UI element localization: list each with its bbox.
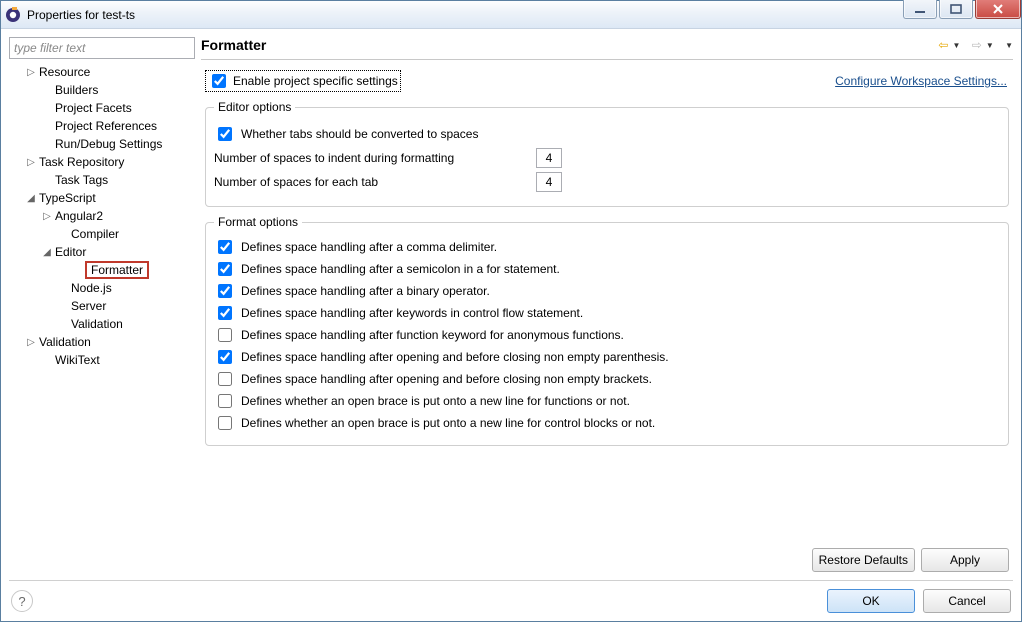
- enable-project-settings[interactable]: Enable project specific settings: [205, 70, 401, 92]
- tree-item-compiler[interactable]: Compiler: [9, 225, 195, 243]
- tree-item-builders[interactable]: Builders: [9, 81, 195, 99]
- indent-input[interactable]: [536, 148, 562, 168]
- convert-tabs-checkbox[interactable]: [218, 127, 232, 141]
- tab-size-label: Number of spaces for each tab: [214, 175, 524, 189]
- footer: ? OK Cancel: [1, 581, 1021, 621]
- tab-size-input[interactable]: [536, 172, 562, 192]
- enable-checkbox[interactable]: [212, 74, 226, 88]
- indent-label: Number of spaces to indent during format…: [214, 151, 524, 165]
- nav-tree[interactable]: ▷Resource Builders Project Facets Projec…: [9, 63, 195, 576]
- tree-item-task-repository[interactable]: ▷Task Repository: [9, 153, 195, 171]
- cancel-button[interactable]: Cancel: [923, 589, 1011, 613]
- tree-item-run-debug[interactable]: Run/Debug Settings: [9, 135, 195, 153]
- tree-item-nodejs[interactable]: Node.js: [9, 279, 195, 297]
- format-opt-label: Defines space handling after a comma del…: [241, 240, 497, 254]
- format-opt-brace-fn[interactable]: [218, 394, 232, 408]
- tree-item-validation[interactable]: ▷Validation: [9, 333, 195, 351]
- main-panel: Formatter ⇦ ▼ ⇨ ▼ ▼ Enable project specifi…: [201, 37, 1013, 576]
- editor-options-legend: Editor options: [214, 100, 295, 114]
- tree-item-wikitext[interactable]: WikiText: [9, 351, 195, 369]
- tree-item-editor[interactable]: ◢Editor: [9, 243, 195, 261]
- tree-item-validation-ts[interactable]: Validation: [9, 315, 195, 333]
- tree-item-angular2[interactable]: ▷Angular2: [9, 207, 195, 225]
- chevron-right-icon: ▷: [41, 211, 53, 222]
- tree-item-project-references[interactable]: Project References: [9, 117, 195, 135]
- maximize-button[interactable]: [939, 0, 973, 19]
- format-opt-label: Defines space handling after keywords in…: [241, 306, 583, 320]
- format-opt-label: Defines space handling after a binary op…: [241, 284, 490, 298]
- convert-tabs-label: Whether tabs should be converted to spac…: [241, 127, 478, 141]
- restore-defaults-button[interactable]: Restore Defaults: [812, 548, 915, 572]
- format-opt-keywords[interactable]: [218, 306, 232, 320]
- chevron-right-icon: ▷: [25, 67, 37, 78]
- format-opt-function-kw[interactable]: [218, 328, 232, 342]
- tree-item-project-facets[interactable]: Project Facets: [9, 99, 195, 117]
- close-button[interactable]: [975, 0, 1021, 19]
- format-opt-brackets[interactable]: [218, 372, 232, 386]
- format-opt-label: Defines whether an open brace is put ont…: [241, 394, 630, 408]
- format-opt-label: Defines space handling after opening and…: [241, 372, 652, 386]
- format-options-group: Format options Defines space handling af…: [205, 215, 1009, 446]
- window-title: Properties for test-ts: [27, 8, 135, 22]
- format-opt-binary-op[interactable]: [218, 284, 232, 298]
- app-icon: [5, 7, 21, 23]
- minimize-button[interactable]: [903, 0, 937, 19]
- format-opt-comma[interactable]: [218, 240, 232, 254]
- format-opt-label: Defines whether an open brace is put ont…: [241, 416, 655, 430]
- chevron-down-icon: ◢: [25, 193, 37, 204]
- page-menu-icon[interactable]: ▼: [1005, 41, 1013, 50]
- chevron-down-icon: ◢: [41, 247, 53, 258]
- configure-workspace-link[interactable]: Configure Workspace Settings...: [835, 74, 1007, 88]
- window-buttons: [903, 0, 1021, 19]
- tree-item-server[interactable]: Server: [9, 297, 195, 315]
- apply-button[interactable]: Apply: [921, 548, 1009, 572]
- titlebar: Properties for test-ts: [1, 1, 1021, 29]
- format-options-legend: Format options: [214, 215, 302, 229]
- format-opt-label: Defines space handling after a semicolon…: [241, 262, 560, 276]
- format-opt-label: Defines space handling after function ke…: [241, 328, 624, 342]
- forward-menu-icon[interactable]: ▼: [986, 41, 994, 50]
- chevron-right-icon: ▷: [25, 157, 37, 168]
- format-opt-label: Defines space handling after opening and…: [241, 350, 669, 364]
- back-menu-icon[interactable]: ▼: [952, 41, 960, 50]
- ok-button[interactable]: OK: [827, 589, 915, 613]
- tree-item-task-tags[interactable]: Task Tags: [9, 171, 195, 189]
- format-opt-paren[interactable]: [218, 350, 232, 364]
- chevron-right-icon: ▷: [25, 337, 37, 348]
- editor-options-group: Editor options Whether tabs should be co…: [205, 100, 1009, 207]
- tree-item-resource[interactable]: ▷Resource: [9, 63, 195, 81]
- page-title: Formatter: [201, 37, 938, 53]
- format-opt-brace-ctrl[interactable]: [218, 416, 232, 430]
- help-icon[interactable]: ?: [11, 590, 33, 612]
- forward-icon[interactable]: ⇨: [972, 38, 982, 52]
- format-opt-semicolon[interactable]: [218, 262, 232, 276]
- nav-panel: ▷Resource Builders Project Facets Projec…: [9, 37, 195, 576]
- enable-label: Enable project specific settings: [233, 74, 398, 88]
- history-nav: ⇦ ▼ ⇨ ▼ ▼: [938, 38, 1013, 52]
- tree-item-formatter[interactable]: Formatter: [9, 261, 195, 279]
- back-icon[interactable]: ⇦: [938, 38, 948, 52]
- filter-input[interactable]: [9, 37, 195, 59]
- tree-item-typescript[interactable]: ◢TypeScript: [9, 189, 195, 207]
